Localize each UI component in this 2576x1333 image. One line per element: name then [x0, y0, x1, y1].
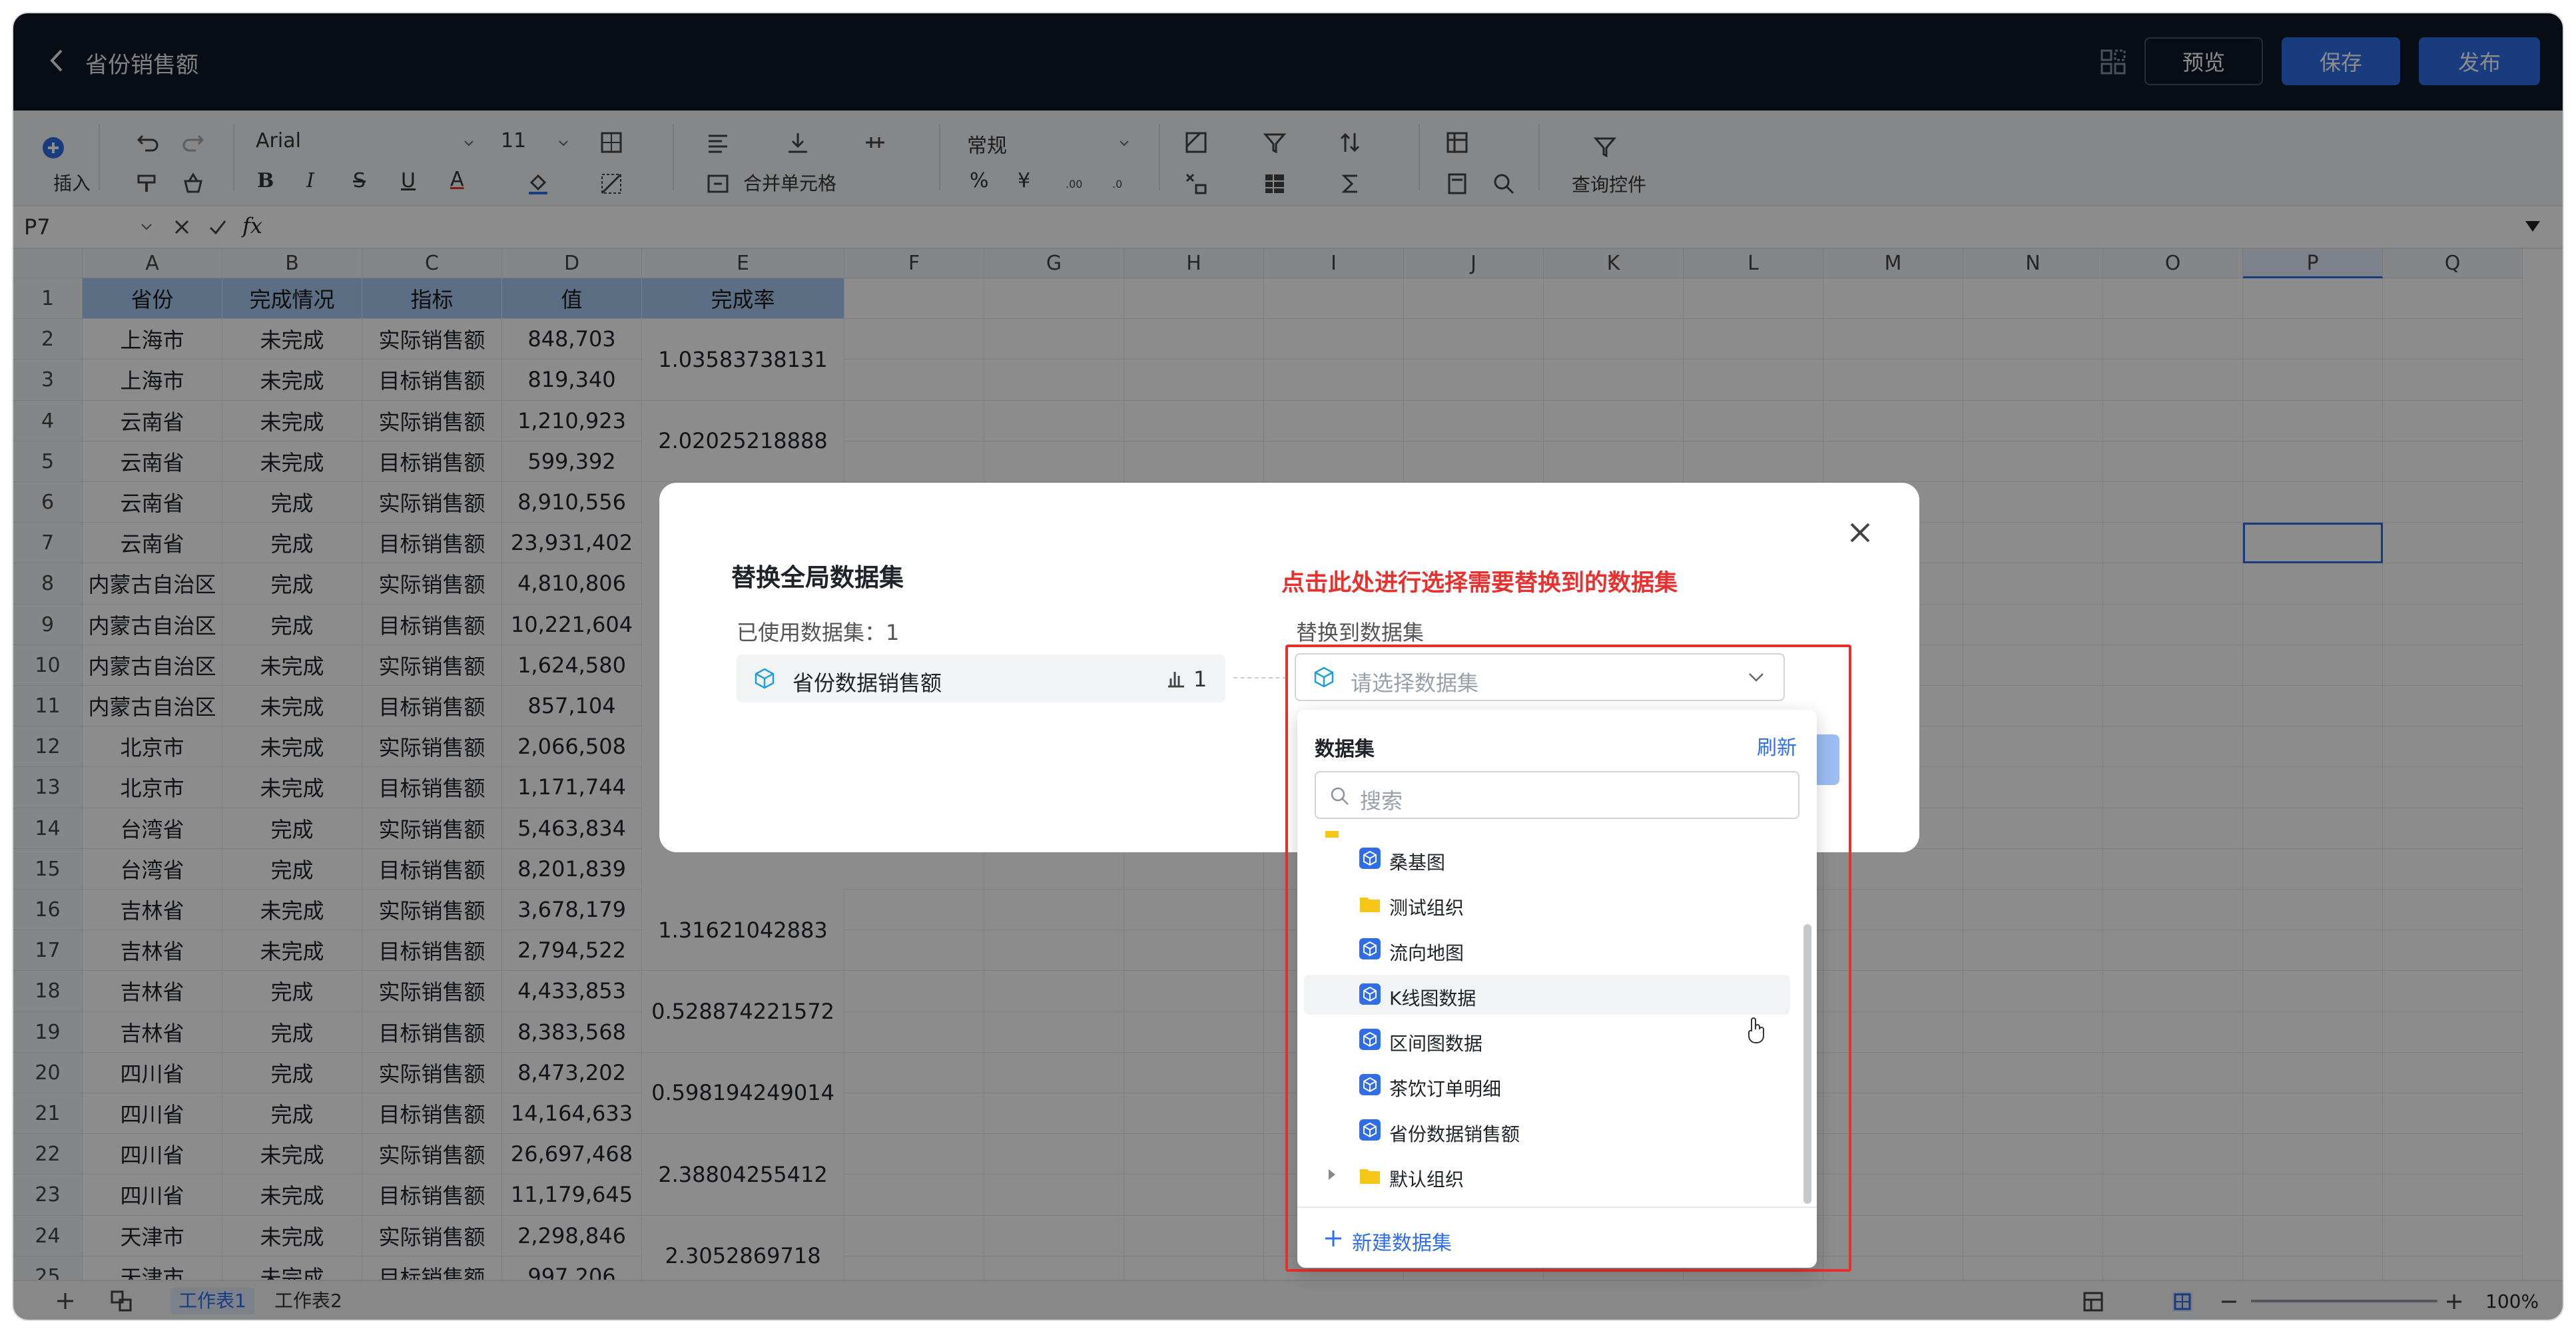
dataset-cube-icon: [1359, 1119, 1381, 1141]
refresh-link[interactable]: 刷新: [1757, 731, 1797, 760]
dataset-list-item[interactable]: 区间图数据: [1304, 1020, 1790, 1060]
dropdown-title: 数据集: [1315, 738, 1375, 761]
replace-to-label: 替换到数据集: [1296, 620, 1425, 645]
dataset-item-label: 测试组织: [1389, 897, 1464, 919]
dataset-cube-icon: [1359, 848, 1381, 869]
dataset-list-item[interactable]: 茶饮订单明细: [1304, 1065, 1790, 1105]
new-dataset-link[interactable]: 新建数据集: [1352, 1226, 1452, 1256]
used-dataset-count: 1: [1193, 666, 1207, 692]
dataset-list-item[interactable]: 默认组织: [1304, 1156, 1790, 1191]
dropdown-divider: [1297, 1206, 1817, 1208]
dataset-item-label: 流向地图: [1389, 942, 1464, 964]
plus-icon[interactable]: [1323, 1228, 1344, 1249]
used-dataset-name: 省份数据销售额: [793, 670, 942, 696]
dataset-list-item[interactable]: K线图数据: [1304, 975, 1790, 1015]
dataset-cube-icon: [755, 668, 775, 689]
folder-icon: [1360, 898, 1380, 912]
replace-hint: 点击此处进行选择需要替换到的数据集: [1281, 570, 1678, 597]
dataset-cube-icon: [1359, 1029, 1381, 1050]
used-dataset-item: 省份数据销售额 1: [737, 655, 1225, 702]
dataset-list-item[interactable]: 流向地图: [1304, 930, 1790, 969]
dataset-search-input[interactable]: 搜索: [1315, 771, 1799, 819]
dropdown-scrollbar[interactable]: [1803, 924, 1811, 1204]
dataset-list-item[interactable]: 桑基图: [1304, 839, 1790, 879]
dataset-cube-icon: [1359, 983, 1381, 1005]
dialog-title: 替换全局数据集: [731, 563, 904, 592]
dataset-item-label: 区间图数据: [1389, 1033, 1483, 1055]
close-icon[interactable]: [1843, 516, 1877, 549]
dataset-item-label: 桑基图: [1389, 852, 1446, 874]
dataset-list-item[interactable]: 省份数据销售额: [1304, 1111, 1790, 1151]
dataset-item-label: K线图数据: [1389, 987, 1476, 1009]
dataset-cube-icon: [1359, 938, 1381, 959]
dataset-dropdown: 数据集 刷新 搜索 桑基图测试组织流向地图 K线图数据区间图数据茶饮订单明细 省份数…: [1297, 710, 1817, 1268]
dataset-item-label: 默认组织: [1389, 1169, 1464, 1191]
mapping-connector: [1233, 677, 1287, 678]
expand-arrow-icon[interactable]: [1327, 1168, 1337, 1181]
dataset-cube-icon: [1359, 1074, 1381, 1095]
chart-usage-icon: [1168, 672, 1184, 688]
used-dataset-label: 已使用数据集：1: [737, 620, 900, 645]
dataset-item-label: 茶饮订单明细: [1389, 1078, 1502, 1100]
dataset-item-label: 省份数据销售额: [1389, 1123, 1520, 1145]
dataset-list-item[interactable]: 测试组织: [1304, 884, 1790, 924]
dataset-list: 桑基图测试组织流向地图 K线图数据区间图数据茶饮订单明细 省份数据销售额 默认组织: [1297, 831, 1817, 1191]
folder-icon: [1360, 1169, 1380, 1184]
search-icon: [1331, 787, 1349, 805]
search-placeholder: 搜索: [1360, 788, 1403, 814]
hand-cursor-icon: [1748, 1017, 1764, 1043]
